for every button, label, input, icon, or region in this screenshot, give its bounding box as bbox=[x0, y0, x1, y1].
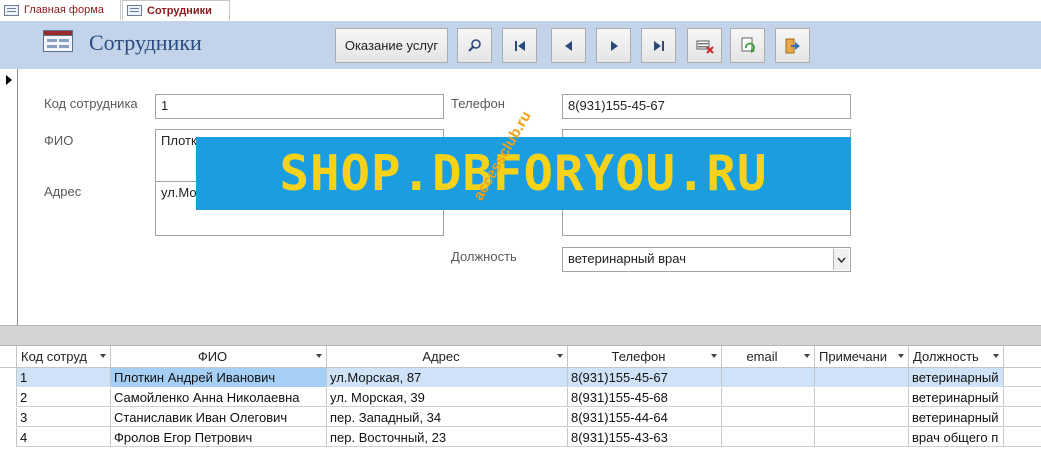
cell-id[interactable]: 3 bbox=[17, 408, 111, 427]
chevron-down-icon[interactable] bbox=[100, 354, 106, 358]
cell-notes[interactable] bbox=[815, 388, 909, 407]
split-form-splitter[interactable] bbox=[0, 325, 1041, 346]
refresh-button[interactable] bbox=[730, 28, 765, 63]
last-record-icon bbox=[653, 40, 664, 51]
cell-fio[interactable]: Фролов Егор Петрович bbox=[111, 428, 327, 447]
column-header-address[interactable]: Адрес bbox=[327, 346, 568, 367]
first-record-icon bbox=[514, 40, 525, 51]
delete-record-button[interactable] bbox=[687, 28, 722, 63]
watermark-banner: SHOP.DBFORYOU.RU bbox=[196, 137, 851, 210]
cell-id[interactable]: 2 bbox=[17, 388, 111, 407]
select-all-corner[interactable] bbox=[0, 346, 17, 367]
tab-label: Сотрудники bbox=[147, 4, 212, 17]
phone-field[interactable]: 8(931)155-45-67 bbox=[562, 94, 851, 119]
address-label: Адрес bbox=[44, 184, 82, 199]
form-title: Сотрудники bbox=[89, 30, 202, 55]
tab-main-form[interactable]: Главная форма bbox=[0, 0, 121, 20]
exit-icon bbox=[785, 38, 800, 53]
cell-address[interactable]: ул. Морская, 39 bbox=[327, 388, 568, 407]
cell-address[interactable]: пер. Западный, 34 bbox=[327, 408, 568, 427]
watermark-banner-text: SHOP.DBFORYOU.RU bbox=[279, 145, 768, 202]
position-label: Должность bbox=[451, 249, 517, 264]
fio-label: ФИО bbox=[44, 133, 74, 148]
row-selector[interactable] bbox=[0, 408, 17, 427]
services-button-label: Оказание услуг bbox=[344, 38, 439, 53]
phone-label: Телефон bbox=[451, 96, 505, 111]
cell-address[interactable]: пер. Восточный, 23 bbox=[327, 428, 568, 447]
form-tab-icon bbox=[127, 5, 142, 16]
chevron-down-icon[interactable] bbox=[316, 354, 322, 358]
current-record-arrow-icon bbox=[6, 75, 12, 85]
cell-position[interactable]: ветеринарный bbox=[909, 388, 1004, 407]
table-row[interactable]: 3 Станиславик Иван Олегович пер. Западный,… bbox=[0, 408, 1041, 427]
prev-record-icon bbox=[564, 40, 572, 51]
position-combobox[interactable]: ветеринарный врач bbox=[562, 247, 851, 272]
cell-phone[interactable]: 8(931)155-43-63 bbox=[568, 428, 722, 447]
next-record-button[interactable] bbox=[596, 28, 631, 63]
cell-phone[interactable]: 8(931)155-44-64 bbox=[568, 408, 722, 427]
exit-button[interactable] bbox=[775, 28, 810, 63]
form-tab-icon bbox=[4, 4, 19, 16]
cell-fio[interactable]: Самойленко Анна Николаевна bbox=[111, 388, 327, 407]
table-row[interactable]: 1 Плоткин Андрей Иванович ул.Морская, 87 8(… bbox=[0, 368, 1041, 387]
employee-id-label: Код сотрудника bbox=[44, 96, 138, 111]
delete-record-icon bbox=[696, 40, 714, 54]
column-header-position[interactable]: Должность bbox=[909, 346, 1004, 367]
table-row[interactable]: 4 Фролов Егор Петрович пер. Восточный, 23 8… bbox=[0, 428, 1041, 447]
column-header-phone[interactable]: Телефон bbox=[568, 346, 722, 367]
column-header-fio[interactable]: ФИО bbox=[111, 346, 327, 367]
cell-email[interactable] bbox=[722, 408, 815, 427]
cell-id[interactable]: 1 bbox=[17, 368, 111, 387]
cell-notes[interactable] bbox=[815, 368, 909, 387]
tab-employees[interactable]: Сотрудники bbox=[122, 0, 230, 21]
refresh-icon bbox=[741, 37, 755, 53]
column-header-notes[interactable]: Примечани bbox=[815, 346, 909, 367]
next-record-icon bbox=[610, 40, 618, 51]
row-selector[interactable] bbox=[0, 388, 17, 407]
employee-id-field[interactable]: 1 bbox=[155, 94, 444, 119]
chevron-down-icon[interactable] bbox=[557, 354, 563, 358]
chevron-down-icon[interactable] bbox=[711, 354, 717, 358]
cell-position[interactable]: ветеринарный bbox=[909, 408, 1004, 427]
cell-fio[interactable]: Станиславик Иван Олегович bbox=[111, 408, 327, 427]
cell-phone[interactable]: 8(931)155-45-68 bbox=[568, 388, 722, 407]
search-button[interactable] bbox=[457, 28, 492, 63]
cell-email[interactable] bbox=[722, 368, 815, 387]
services-button[interactable]: Оказание услуг bbox=[335, 28, 448, 63]
cell-fio[interactable]: Плоткин Андрей Иванович bbox=[111, 368, 327, 387]
row-selector[interactable] bbox=[0, 368, 17, 387]
cell-notes[interactable] bbox=[815, 428, 909, 447]
cell-email[interactable] bbox=[722, 428, 815, 447]
cell-email[interactable] bbox=[722, 388, 815, 407]
record-selector[interactable] bbox=[0, 69, 18, 325]
chevron-down-icon[interactable] bbox=[898, 354, 904, 358]
cell-id[interactable]: 4 bbox=[17, 428, 111, 447]
chevron-down-icon[interactable] bbox=[833, 249, 849, 270]
row-selector[interactable] bbox=[0, 428, 17, 447]
cell-address[interactable]: ул.Морская, 87 bbox=[327, 368, 568, 387]
chevron-down-icon[interactable] bbox=[804, 354, 810, 358]
cell-phone[interactable]: 8(931)155-45-67 bbox=[568, 368, 722, 387]
chevron-down-icon[interactable] bbox=[993, 354, 999, 358]
last-record-button[interactable] bbox=[641, 28, 676, 63]
employees-datasheet: Код сотруд ФИО Адрес Телефон email Приме… bbox=[0, 346, 1041, 450]
table-row[interactable]: 2 Самойленко Анна Николаевна ул. Морская, … bbox=[0, 388, 1041, 407]
prev-record-button[interactable] bbox=[551, 28, 586, 63]
cell-position[interactable]: ветеринарный bbox=[909, 368, 1004, 387]
tab-label: Главная форма bbox=[24, 4, 104, 16]
search-icon bbox=[467, 38, 481, 52]
datasheet-header-row: Код сотруд ФИО Адрес Телефон email Приме… bbox=[0, 346, 1041, 368]
form-icon bbox=[43, 30, 73, 52]
document-tab-bar: Главная форма Сотрудники bbox=[0, 0, 1041, 22]
cell-position[interactable]: врач общего п bbox=[909, 428, 1004, 447]
cell-notes[interactable] bbox=[815, 408, 909, 427]
column-header-email[interactable]: email bbox=[722, 346, 815, 367]
first-record-button[interactable] bbox=[502, 28, 537, 63]
column-header-id[interactable]: Код сотруд bbox=[17, 346, 111, 367]
position-value: ветеринарный врач bbox=[568, 251, 686, 266]
